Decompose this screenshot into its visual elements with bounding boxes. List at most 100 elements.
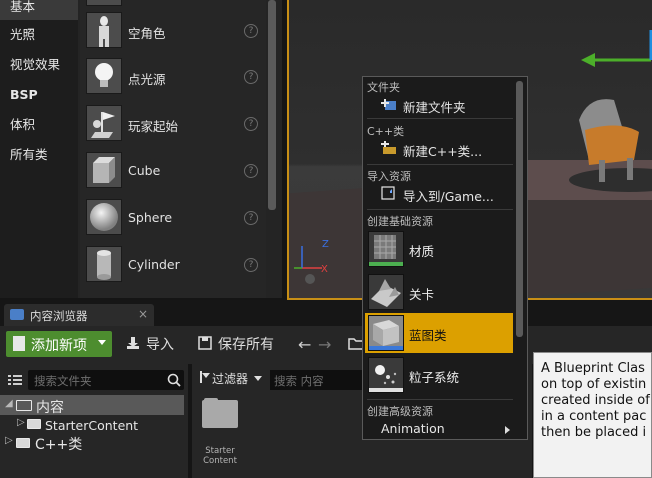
content-browser-tabstrip: 内容浏览器 ×	[0, 300, 652, 326]
category-volumes[interactable]: 体积	[0, 110, 78, 140]
category-lights[interactable]: 光照	[0, 20, 78, 50]
chevron-right-icon	[505, 426, 510, 434]
actor-label: Sphere	[128, 210, 173, 225]
category-list: 基本 光照 视觉效果 BSP 体积 所有类	[0, 0, 78, 298]
menu-item-new-cpp-class[interactable]: 新建C++类...	[379, 139, 509, 159]
back-arrow-icon[interactable]: ←	[298, 335, 311, 354]
folder-icon[interactable]	[348, 336, 362, 350]
folder-icon	[27, 419, 41, 429]
menu-item-label: 关卡	[409, 287, 435, 302]
tooltip-line: in a content pac	[541, 409, 647, 424]
add-new-button[interactable]: 添加新项	[6, 331, 112, 357]
import-button[interactable]: 导入	[146, 334, 174, 354]
tooltip-line: created inside of	[541, 393, 650, 408]
collapse-arrow-icon[interactable]: ◢	[5, 398, 13, 409]
help-icon[interactable]: ?	[244, 70, 258, 84]
list-view-icon[interactable]	[8, 374, 22, 386]
empty-character-icon	[86, 12, 122, 48]
menu-item-label: 新建文件夹	[403, 100, 466, 115]
new-document-icon	[13, 336, 25, 351]
point-light-icon	[86, 58, 122, 94]
tree-item-content[interactable]: ◢ 内容	[0, 395, 184, 416]
actor-row-cylinder[interactable]: Cylinder ?	[80, 246, 266, 286]
actor-list: 空角色 ? 点光源 ? 玩家起始 ? Cube ? Sphere ? Cylin…	[80, 0, 266, 298]
import-icon	[381, 186, 395, 200]
category-bsp[interactable]: BSP	[0, 80, 78, 110]
help-icon[interactable]: ?	[244, 211, 258, 225]
asset-label-line2: Content	[203, 456, 237, 466]
actor-label: 玩家起始	[128, 119, 179, 134]
save-icon	[198, 336, 212, 350]
cylinder-icon	[86, 246, 122, 282]
actor-list-scrollbar[interactable]	[268, 0, 276, 210]
chevron-down-icon	[254, 376, 262, 381]
tree-item-startercontent[interactable]: ▷ StarterContent	[0, 414, 188, 434]
help-icon[interactable]: ?	[244, 164, 258, 178]
expand-arrow-icon[interactable]: ▷	[5, 435, 13, 446]
menu-item-particle-system[interactable]: 粒子系统	[365, 355, 513, 395]
menu-item-material[interactable]: 材质	[365, 229, 513, 269]
save-all-button[interactable]: 保存所有	[218, 334, 274, 354]
chevron-down-icon	[98, 340, 106, 345]
actor-row-point-light[interactable]: 点光源 ?	[80, 58, 266, 98]
menu-item-new-folder[interactable]: 新建文件夹	[379, 95, 509, 115]
tree-item-cpp-classes[interactable]: ▷ C++类	[0, 432, 188, 453]
help-icon[interactable]: ?	[244, 24, 258, 38]
actor-row-cube[interactable]: Cube ?	[80, 152, 266, 192]
menu-item-animation[interactable]: Animation	[365, 420, 513, 438]
help-icon[interactable]: ?	[244, 258, 258, 272]
import-icon	[127, 337, 139, 349]
cube-icon	[86, 152, 122, 188]
menu-item-blueprint-class[interactable]: 蓝图类	[365, 313, 513, 353]
expand-arrow-icon[interactable]: ▷	[17, 417, 25, 428]
tooltip-line: on top of existin	[541, 377, 647, 392]
blueprint-tooltip: A Blueprint Clas on top of existin creat…	[533, 352, 652, 478]
tooltip-line: then be placed i	[541, 425, 647, 440]
menu-item-label: 导入到/Game...	[403, 189, 494, 204]
menu-separator	[367, 118, 513, 119]
tooltip-line: A Blueprint Clas	[541, 361, 645, 376]
asset-label: Starter Content	[196, 446, 244, 466]
actor-label: 点光源	[128, 72, 166, 87]
player-start-icon	[86, 105, 122, 141]
asset-search-placeholder: 搜索 内容	[274, 374, 324, 388]
menu-item-import-to[interactable]: 导入到/Game...	[379, 184, 509, 204]
menu-item-level[interactable]: 关卡	[365, 272, 513, 312]
section-advanced-assets: 创建高级资源	[367, 405, 433, 418]
menu-scrollbar[interactable]	[516, 81, 523, 337]
tab-content-browser[interactable]: 内容浏览器 ×	[4, 304, 154, 326]
svg-text:Z: Z	[322, 239, 329, 250]
actor-row-sphere[interactable]: Sphere ?	[80, 199, 266, 239]
folder-search-input[interactable]: 搜索文件夹	[28, 370, 184, 390]
actor-row-partial[interactable]	[80, 0, 266, 10]
category-visual-effects[interactable]: 视觉效果	[0, 50, 78, 80]
new-folder-icon	[381, 99, 396, 110]
tree-item-label: C++类	[35, 437, 83, 453]
menu-separator	[367, 399, 513, 400]
add-new-label: 添加新项	[31, 338, 87, 354]
menu-separator	[367, 164, 513, 165]
particle-system-icon	[368, 357, 404, 393]
asset-search-input[interactable]: 搜索 内容	[270, 370, 366, 390]
category-basic[interactable]: 基本	[0, 0, 78, 20]
actor-label: Cylinder	[128, 257, 180, 272]
category-all-classes[interactable]: 所有类	[0, 140, 78, 170]
blueprint-class-icon	[368, 315, 404, 351]
tab-label: 内容浏览器	[30, 309, 88, 323]
section-cpp: C++类	[367, 125, 405, 138]
search-icon	[167, 373, 181, 387]
section-folder: 文件夹	[367, 81, 400, 94]
help-icon[interactable]: ?	[244, 117, 258, 131]
cpp-class-icon	[381, 141, 396, 154]
actor-row-empty-character[interactable]: 空角色 ?	[80, 12, 266, 52]
forward-arrow-icon[interactable]: →	[318, 335, 331, 354]
actor-label: 空角色	[128, 26, 166, 41]
menu-item-label: 蓝图类	[409, 328, 447, 343]
actor-row-player-start[interactable]: 玩家起始 ?	[80, 105, 266, 145]
folder-icon	[202, 398, 238, 428]
level-icon	[368, 274, 404, 310]
folder-search-placeholder: 搜索文件夹	[34, 374, 92, 388]
menu-item-label: Animation	[381, 421, 445, 436]
close-icon[interactable]: ×	[138, 307, 148, 321]
svg-text:X: X	[321, 264, 328, 275]
